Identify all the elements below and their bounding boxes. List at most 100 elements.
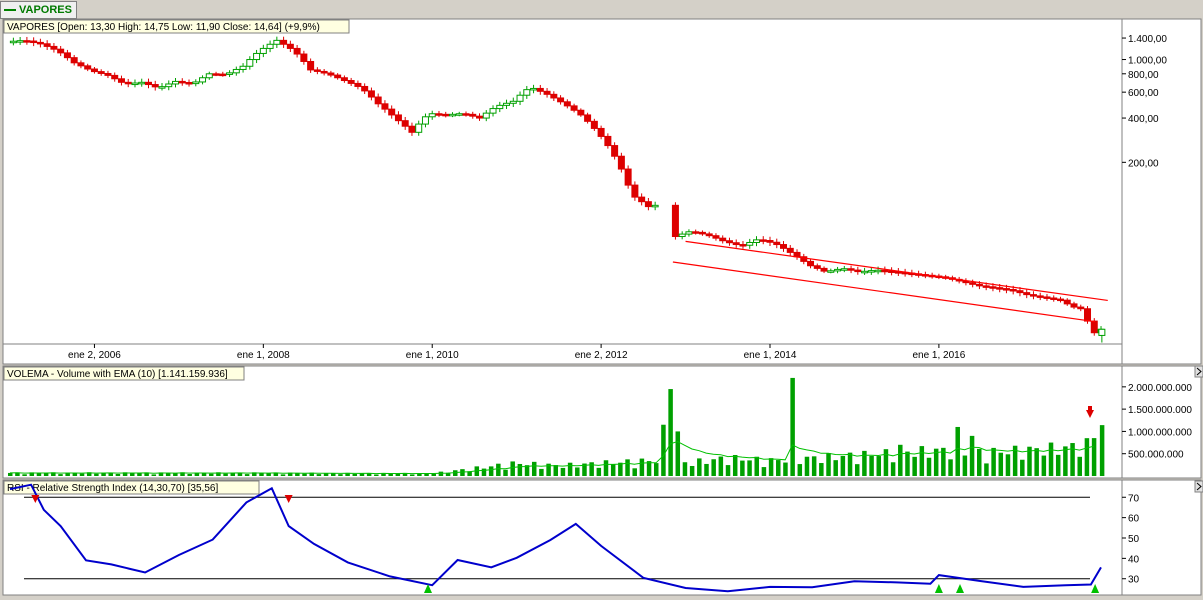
rsi-y-tick-label: 40 [1128,554,1140,565]
volume-bar [517,463,523,476]
candle [381,103,389,110]
volume-bar [998,452,1004,476]
candle [861,270,869,274]
volume-bar [833,460,838,476]
volume-bar [1077,456,1082,476]
candle [307,60,315,71]
candle [158,86,166,89]
volume-bar [1020,459,1025,476]
volume-bar [1055,454,1061,476]
candle [97,71,105,74]
x-tick-label: ene 1, 2014 [744,350,797,361]
volume-bar [610,464,616,476]
candle [199,77,207,83]
candle [138,81,146,85]
volume-bar [948,459,953,476]
volume-bar [797,464,803,476]
candle [70,57,78,64]
candle [685,231,693,235]
x-tick-label: ene 1, 2010 [406,350,459,361]
volume-bar [862,450,867,476]
price-y-tick-label: 400,00 [1128,114,1159,125]
candle [340,77,348,82]
candle [698,231,706,235]
volume-bar [919,446,925,476]
volume-bar [654,463,659,476]
volume-alert-arrow-stem [1088,406,1092,411]
candle [496,104,504,110]
volume-bar [905,451,910,476]
candle [178,80,186,84]
price-y-tick-label: 1.400,00 [1128,34,1167,45]
candle [415,123,423,133]
volume-bar [912,456,917,476]
volume-bar [876,456,882,476]
volume-bar [819,463,824,476]
candle [570,105,578,111]
candle [448,113,456,117]
volume-bar [804,456,810,476]
volume-bar [618,462,623,476]
candle [888,270,896,273]
volume-bar [847,452,853,476]
candle [739,244,747,247]
volume-bar [488,466,494,476]
volume-bar [316,474,322,476]
price-y-tick-label: 800,00 [1128,70,1159,81]
volume-bar [754,456,759,476]
volume-bar [854,464,860,476]
candle [165,83,173,88]
volume-bar [603,460,609,476]
candle [1070,303,1078,308]
volume-bar [761,467,767,476]
volume-bar [79,473,85,476]
volume-bar [1070,443,1075,476]
volume-bar [43,473,49,476]
volume-bar [22,474,27,476]
candle [982,285,990,288]
volume-bar [811,456,817,476]
candle [57,48,65,54]
volume-expand-button[interactable] [1194,365,1203,378]
candle [996,287,1004,290]
candle [111,74,119,80]
candle [746,241,754,246]
volume-bar [740,460,745,476]
volume-plot-area [2,365,1123,479]
price-y-tick-label: 600,00 [1128,88,1159,99]
candle [732,242,740,246]
volume-bar [625,459,630,476]
candle [361,85,369,92]
candle [557,97,565,103]
volume-bar [503,469,508,476]
candle [786,247,794,253]
volume-bar [431,473,436,476]
candle [435,113,443,116]
candle [354,82,362,87]
volume-bar [639,458,645,476]
volume-bar [539,468,544,476]
candle [1023,292,1031,296]
x-tick-label: ene 2, 2012 [575,350,628,361]
candle [226,72,234,75]
candle [239,65,247,70]
candle [90,68,98,73]
volume-bar [675,431,681,476]
volume-bar [890,462,896,476]
volume-bar [1005,454,1011,476]
candle [1063,299,1071,305]
volume-bar [697,458,702,476]
candle [84,65,92,70]
candle [462,113,470,116]
rsi-expand-button[interactable] [1194,480,1203,493]
volume-bar [58,474,63,476]
volume-bar [151,474,157,476]
price-y-tick-label: 1.000,00 [1128,56,1167,67]
candle [874,269,882,273]
candle [509,100,517,104]
volume-bar [575,467,580,476]
candle [678,233,686,238]
volume-bar [115,473,121,476]
candle [16,40,24,43]
candle [63,52,71,59]
